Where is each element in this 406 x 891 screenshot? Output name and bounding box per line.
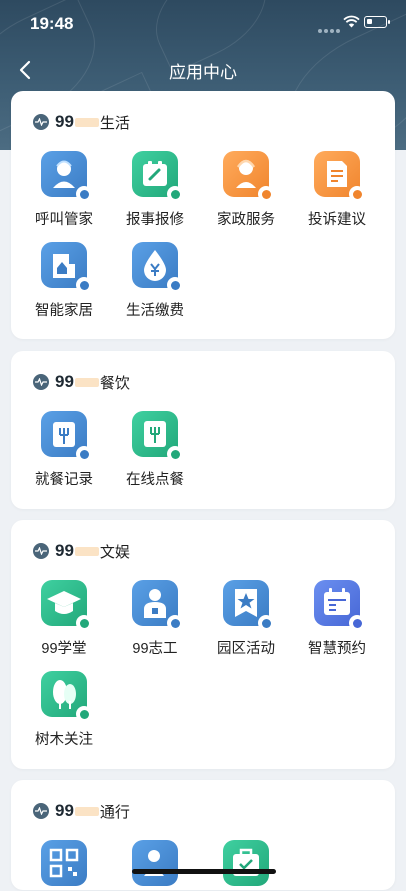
app-dining-record[interactable]: 就餐记录 xyxy=(18,411,110,489)
app-label: 在线点餐 xyxy=(126,472,184,488)
app-label: 家政服务 xyxy=(217,212,275,228)
app-99-academy[interactable]: 99学堂 xyxy=(18,580,110,658)
page-title: 应用中心 xyxy=(169,63,237,82)
app-complaint[interactable]: 投诉建议 xyxy=(291,151,383,229)
section-title: 文娱 xyxy=(99,543,130,561)
pulse-icon xyxy=(33,543,49,559)
payment-icon xyxy=(132,242,183,293)
section-title: 餐饮 xyxy=(99,374,130,392)
volunteer-icon xyxy=(132,580,183,631)
app-smart-home[interactable]: 智能家居 xyxy=(18,242,110,320)
app-label: 99学堂 xyxy=(41,641,87,657)
section-title: 通行 xyxy=(99,803,130,821)
app-report-repair[interactable]: 报事报修 xyxy=(109,151,201,229)
section-header: 99 餐饮 xyxy=(33,371,130,393)
dining-record-icon xyxy=(41,411,92,462)
section-brand: 99 xyxy=(55,801,74,820)
section-header: 99 生活 xyxy=(33,111,130,133)
pulse-icon xyxy=(33,114,49,130)
calendar-icon xyxy=(314,580,365,631)
repair-icon xyxy=(132,151,183,202)
complaint-icon xyxy=(314,151,365,202)
graduation-cap-icon xyxy=(41,580,92,631)
app-call-butler[interactable]: 呼叫管家 xyxy=(18,151,110,229)
qr-code-icon xyxy=(41,840,87,886)
app-smart-booking[interactable]: 智慧预约 xyxy=(291,580,383,658)
app-label: 报事报修 xyxy=(126,212,184,228)
brand-mark xyxy=(74,806,99,816)
section-header: 99 通行 xyxy=(33,800,130,822)
pulse-icon xyxy=(33,374,49,390)
app-label: 99志工 xyxy=(132,641,178,657)
status-time: 19:48 xyxy=(30,14,74,33)
smart-home-icon xyxy=(41,242,92,293)
housekeeping-icon xyxy=(223,151,274,202)
app-label: 智慧预约 xyxy=(308,641,366,657)
section-header: 99 文娱 xyxy=(33,540,130,562)
app-label: 呼叫管家 xyxy=(35,212,93,228)
pulse-icon xyxy=(33,803,49,819)
app-label: 生活缴费 xyxy=(126,303,184,319)
app-label: 园区活动 xyxy=(217,641,275,657)
tree-icon xyxy=(41,671,92,722)
brand-mark xyxy=(74,377,99,387)
app-housekeeping[interactable]: 家政服务 xyxy=(200,151,292,229)
wifi-icon xyxy=(343,15,360,28)
battery-icon xyxy=(364,16,390,28)
section-card-entertainment: 99 文娱 99学堂 99志工 园区活动 智慧预约 树木关注 xyxy=(11,520,395,769)
pass-icon xyxy=(223,840,269,886)
app-qr-code[interactable] xyxy=(18,840,110,886)
brand-mark xyxy=(74,546,99,556)
app-order-food[interactable]: 在线点餐 xyxy=(109,411,201,489)
app-visitor[interactable] xyxy=(109,840,201,886)
app-park-activity[interactable]: 园区活动 xyxy=(200,580,292,658)
visitor-icon xyxy=(132,840,178,886)
order-food-icon xyxy=(132,411,183,462)
section-card-dining: 99 餐饮 就餐记录 在线点餐 xyxy=(11,351,395,509)
app-label: 投诉建议 xyxy=(308,212,366,228)
app-99-volunteer[interactable]: 99志工 xyxy=(109,580,201,658)
section-card-life: 99 生活 呼叫管家 报事报修 家政服务 投诉建议 智能家居 生活缴费 xyxy=(11,91,395,339)
app-life-payment[interactable]: 生活缴费 xyxy=(109,242,201,320)
app-label: 树木关注 xyxy=(35,732,93,748)
butler-icon xyxy=(41,151,92,202)
brand-mark xyxy=(74,117,99,127)
section-brand: 99 xyxy=(55,541,74,560)
status-bar: 19:48 xyxy=(0,0,406,46)
section-title: 生活 xyxy=(99,114,130,132)
star-badge-icon xyxy=(223,580,274,631)
cellular-signal-icon xyxy=(318,20,342,38)
app-pass[interactable] xyxy=(200,840,292,886)
section-brand: 99 xyxy=(55,112,74,131)
home-indicator xyxy=(132,869,276,874)
app-label: 就餐记录 xyxy=(35,472,93,488)
app-label: 智能家居 xyxy=(35,303,93,319)
section-brand: 99 xyxy=(55,372,74,391)
app-tree-watch[interactable]: 树木关注 xyxy=(18,671,110,749)
